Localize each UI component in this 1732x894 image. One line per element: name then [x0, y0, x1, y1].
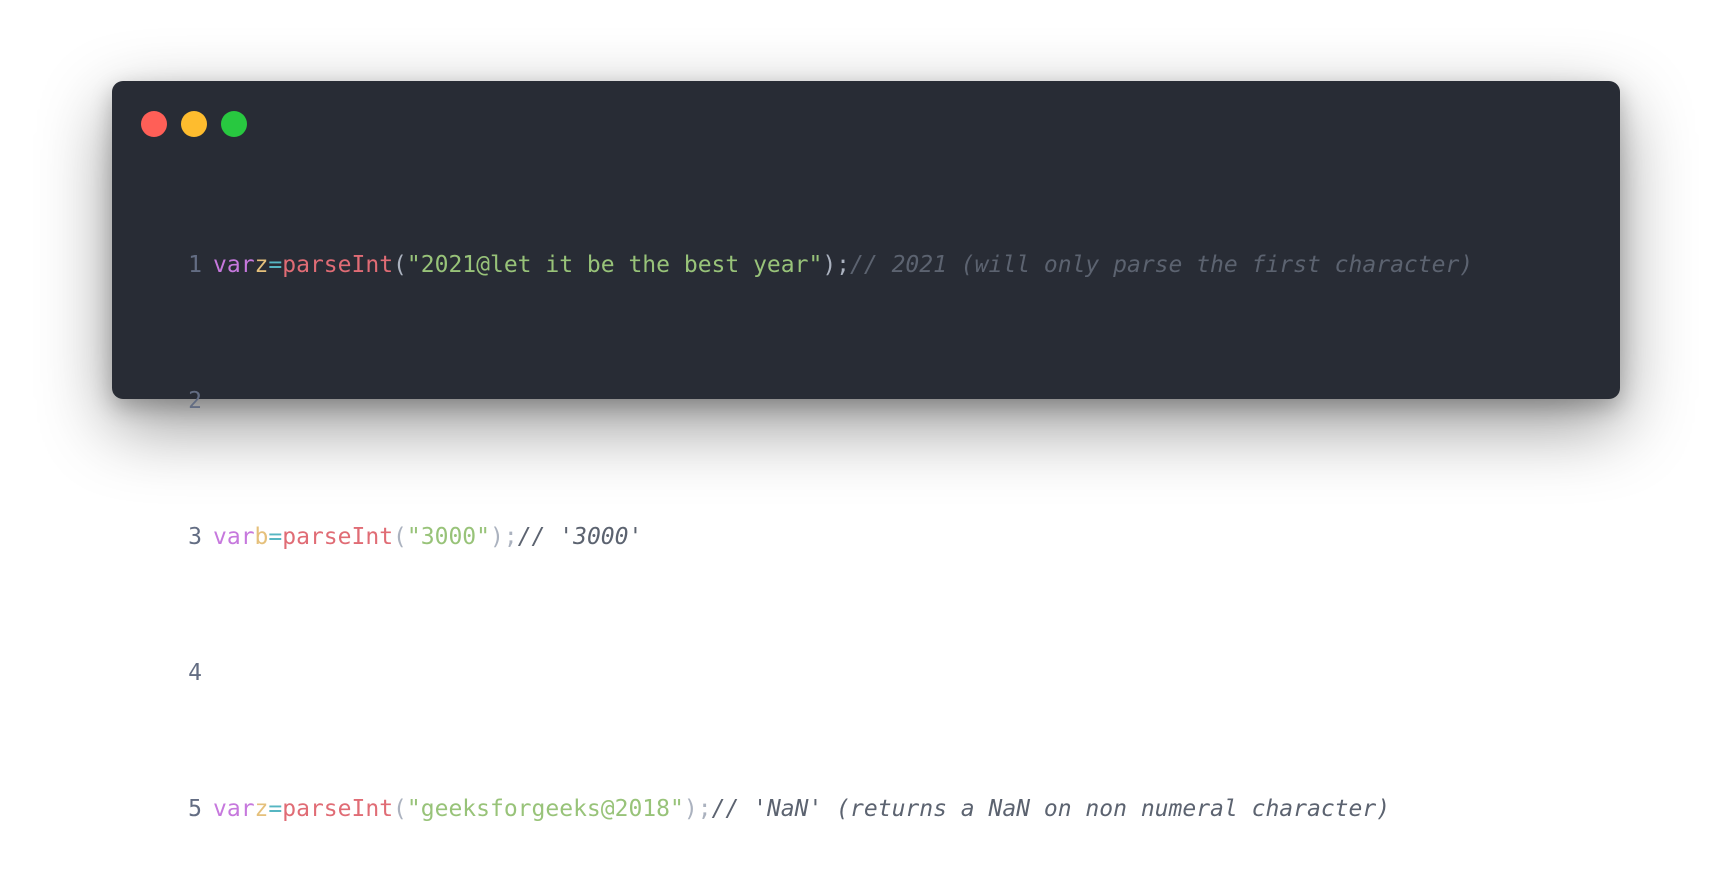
keyword: var — [213, 524, 255, 550]
string-literal: "3000" — [406, 524, 490, 550]
code-block: 1 var z = parseInt("2021@let it be the be… — [172, 180, 1473, 894]
code-comment: // 2021 (will only parse the first chara… — [850, 252, 1474, 278]
minimize-window-icon[interactable] — [181, 111, 207, 137]
code-line-2: 2 — [172, 384, 1473, 418]
string-literal: "geeksforgeeks@2018" — [406, 796, 684, 822]
close-window-icon[interactable] — [141, 111, 167, 137]
line-number: 5 — [188, 796, 202, 822]
function-name: parseInt — [282, 524, 394, 550]
line-number: 4 — [188, 660, 202, 686]
keyword: var — [213, 796, 255, 822]
variable-name: b — [254, 524, 269, 550]
assignment-operator: = — [268, 524, 283, 550]
code-line-3: 3 var b = parseInt("3000"); // '3000' — [172, 520, 1473, 554]
line-number: 2 — [188, 388, 202, 414]
open-paren: ( — [393, 524, 407, 550]
assignment-operator: = — [268, 252, 283, 278]
open-paren: ( — [393, 252, 407, 278]
string-literal: "2021@let it be the best year" — [406, 252, 823, 278]
window-controls — [141, 111, 247, 137]
close-paren: ); — [822, 252, 851, 278]
code-line-4: 4 — [172, 656, 1473, 690]
code-comment: // '3000' — [517, 524, 643, 550]
variable-name: z — [254, 796, 269, 822]
maximize-window-icon[interactable] — [221, 111, 247, 137]
code-line-1: 1 var z = parseInt("2021@let it be the be… — [172, 248, 1473, 282]
close-paren: ); — [683, 796, 712, 822]
keyword: var — [213, 252, 255, 278]
code-comment: // 'NaN' (returns a NaN on non numeral c… — [711, 796, 1391, 822]
close-paren: ); — [490, 524, 518, 550]
open-paren: ( — [393, 796, 407, 822]
code-line-5: 5 var z = parseInt("geeksforgeeks@2018");… — [172, 792, 1473, 826]
assignment-operator: = — [268, 796, 283, 822]
line-number: 3 — [188, 524, 202, 550]
variable-name: z — [254, 252, 269, 278]
function-name: parseInt — [282, 252, 394, 278]
line-number: 1 — [188, 252, 202, 278]
code-window: 1 var z = parseInt("2021@let it be the be… — [112, 81, 1620, 822]
function-name: parseInt — [282, 796, 394, 822]
